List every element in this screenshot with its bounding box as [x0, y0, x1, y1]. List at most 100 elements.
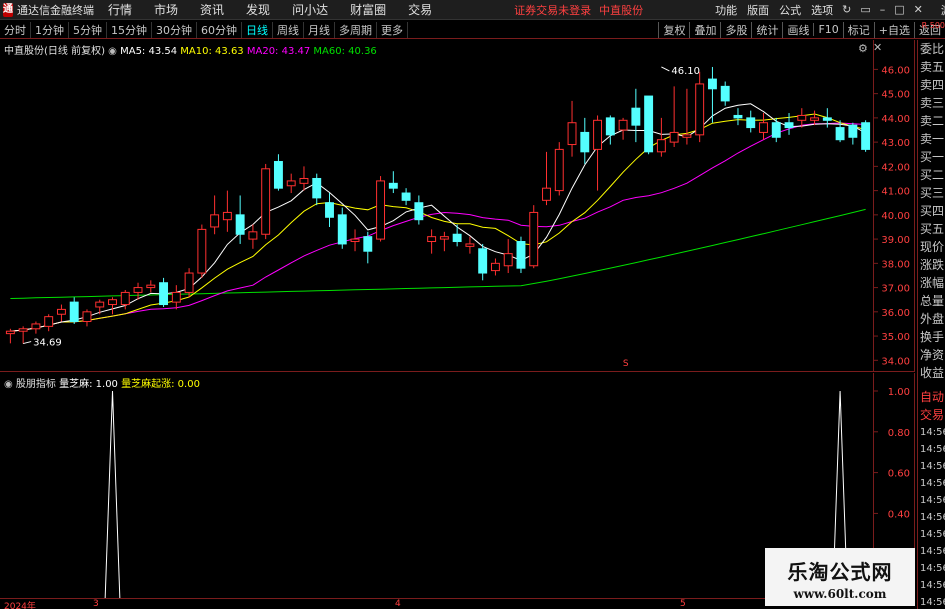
side-item-4[interactable]: 卖二 — [918, 112, 945, 130]
sub-y-label-3: 1.00 — [888, 387, 910, 398]
candle-body-16 — [210, 214, 220, 228]
candle-67 — [861, 120, 871, 152]
indicator-spike-0 — [104, 390, 121, 598]
sub-y-label-1: 0.60 — [888, 469, 910, 480]
period-more[interactable]: 更多 — [377, 21, 408, 38]
period-weekly[interactable]: 周线 — [273, 21, 304, 38]
side-item-16[interactable]: 换手 — [918, 328, 945, 346]
side-item-19[interactable]: 自动 — [918, 388, 945, 406]
sub-y-label-2: 0.80 — [888, 428, 910, 439]
side-item-15[interactable]: 外盘 — [918, 310, 945, 328]
side-item-10[interactable]: 买五 — [918, 220, 945, 238]
legend2-toggle-icon[interactable]: ◉ — [4, 379, 13, 390]
guest-user[interactable]: 游客 — [941, 2, 945, 18]
side-badge-top: R 500 — [921, 21, 945, 30]
menu-discover[interactable]: 发现 — [246, 1, 270, 18]
candle-body-51 — [656, 139, 666, 153]
close-panel-icon[interactable]: ✕ — [873, 41, 882, 54]
menu-options[interactable]: 选项 — [811, 2, 833, 18]
candle-body-59 — [759, 122, 768, 133]
candle-body-48 — [618, 119, 628, 131]
candle-body-52 — [669, 131, 679, 143]
side-item-7[interactable]: 买二 — [918, 166, 945, 184]
period-30min[interactable]: 30分钟 — [152, 21, 197, 38]
side-item-14[interactable]: 总量 — [918, 292, 945, 310]
menu-ask-xiaoda[interactable]: 问小达 — [292, 1, 328, 18]
y-tick-label-0: 34.00 — [881, 356, 910, 367]
legend-ma5: MA5: 43.54 — [120, 46, 178, 57]
side-item-20[interactable]: 交易 — [918, 406, 945, 424]
side-item-2[interactable]: 卖四 — [918, 76, 945, 94]
side-item-5[interactable]: 卖一 — [918, 130, 945, 148]
candle-body-20 — [261, 168, 271, 235]
candle-43 — [554, 142, 564, 196]
candle-38 — [490, 258, 500, 276]
side-item-11[interactable]: 现价 — [918, 238, 945, 256]
side-item-17[interactable]: 净资 — [918, 346, 945, 364]
side-item-6[interactable]: 买一 — [918, 148, 945, 166]
candle-8 — [108, 297, 117, 315]
time-label-april: 4 — [395, 599, 401, 609]
tool-draw[interactable]: 画线 — [782, 21, 813, 38]
candle-66 — [848, 122, 858, 145]
menu-layout[interactable]: 版面 — [747, 2, 769, 18]
menu-news[interactable]: 资讯 — [200, 1, 224, 18]
close-icon[interactable]: ✕ — [914, 3, 923, 16]
tool-statistics[interactable]: 统计 — [751, 21, 782, 38]
candle-22 — [286, 173, 296, 194]
side-item-12[interactable]: 涨跌 — [918, 256, 945, 274]
candle-45 — [580, 117, 590, 164]
period-15min[interactable]: 15分钟 — [107, 21, 152, 38]
maximize-icon[interactable]: □ — [894, 3, 904, 16]
login-status[interactable]: 证券交易未登录 — [514, 2, 591, 18]
period-monthly[interactable]: 月线 — [304, 21, 335, 38]
menu-functions[interactable]: 功能 — [715, 2, 737, 18]
candle-5 — [69, 297, 79, 324]
refresh-icon[interactable]: ↻ — [842, 3, 851, 16]
period-1min[interactable]: 1分钟 — [31, 21, 69, 38]
period-60min[interactable]: 60分钟 — [197, 21, 242, 38]
side-item-3[interactable]: 卖三 — [918, 94, 945, 112]
restore-layout-icon[interactable]: ▭ — [860, 3, 870, 16]
candle-body-44 — [567, 122, 577, 146]
candle-16 — [210, 195, 220, 235]
side-item-18[interactable]: 收益 — [918, 364, 945, 382]
settings-gear-icon[interactable]: ⚙ — [858, 42, 868, 55]
side-item-8[interactable]: 买三 — [918, 184, 945, 202]
candle-32 — [414, 195, 424, 225]
menu-quotes[interactable]: 行情 — [108, 1, 132, 18]
side-item-13[interactable]: 涨幅 — [918, 274, 945, 292]
candle-26 — [337, 207, 347, 249]
candle-37 — [478, 243, 488, 281]
tool-f10[interactable]: F10 — [813, 23, 842, 36]
tool-overlay[interactable]: 叠加 — [689, 21, 720, 38]
side-item-9[interactable]: 买四 — [918, 202, 945, 220]
period-multi[interactable]: 多周期 — [335, 21, 377, 38]
tool-add-watchlist[interactable]: +自选 — [873, 21, 914, 38]
candle-body-24 — [312, 177, 322, 199]
side-item-1[interactable]: 卖五 — [918, 58, 945, 76]
side-time-8: 14:56 — [920, 563, 945, 574]
candle-6 — [82, 309, 92, 327]
candlestick-chart[interactable]: 34.00 35.00 36.00 37.00 38.00 39.00 40.00 41.00… — [0, 40, 915, 372]
menu-trade[interactable]: 交易 — [408, 1, 432, 18]
minimize-icon[interactable]: – — [880, 3, 886, 16]
legend-toggle-icon[interactable]: ◉ — [108, 46, 117, 57]
period-tick[interactable]: 分时 — [0, 21, 31, 38]
period-5min[interactable]: 5分钟 — [69, 21, 107, 38]
y-tick-label-7: 41.00 — [881, 187, 910, 198]
period-daily[interactable]: 日线 — [242, 21, 273, 38]
app-logo-icon: 通 — [3, 2, 13, 17]
legend-indicator-name: 股朋指标 — [15, 379, 56, 390]
side-item-0[interactable]: 委比 — [918, 40, 945, 58]
menu-formula[interactable]: 公式 — [779, 2, 801, 18]
candle-body-2 — [31, 323, 41, 330]
candle-body-60 — [771, 122, 781, 138]
candle-57 — [733, 108, 743, 126]
candle-49 — [631, 88, 641, 143]
tool-multi-stock[interactable]: 多股 — [720, 21, 751, 38]
tool-adjust[interactable]: 复权 — [658, 21, 689, 38]
tool-mark[interactable]: 标记 — [842, 21, 874, 38]
menu-market[interactable]: 市场 — [154, 1, 178, 18]
menu-wealth-circle[interactable]: 财富圈 — [350, 1, 386, 18]
